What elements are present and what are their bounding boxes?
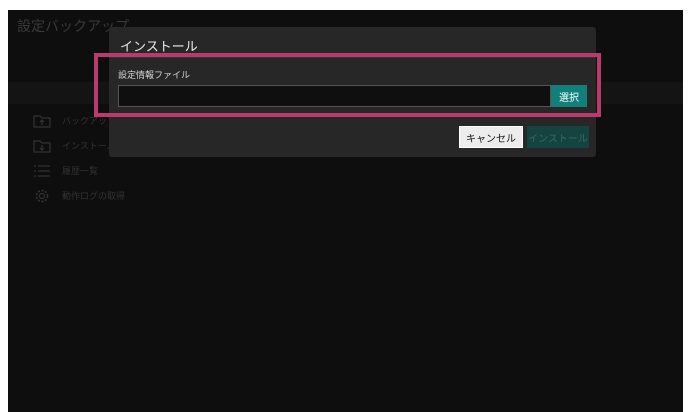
install-button[interactable]: インストール — [527, 126, 589, 148]
cancel-button[interactable]: キャンセル — [459, 126, 523, 148]
menu-item-log[interactable]: 動作ログの取得 — [32, 183, 125, 208]
download-folder-icon — [32, 139, 52, 153]
upload-folder-icon — [32, 114, 52, 128]
highlight-frame — [94, 53, 601, 117]
menu-item-label: インストール — [62, 142, 116, 152]
gear-icon — [32, 189, 52, 203]
list-icon — [32, 164, 52, 178]
menu-item-label: 履歴一覧 — [62, 167, 99, 177]
menu-item-history[interactable]: 履歴一覧 — [32, 158, 125, 183]
menu-item-label: 動作ログの取得 — [62, 192, 126, 202]
